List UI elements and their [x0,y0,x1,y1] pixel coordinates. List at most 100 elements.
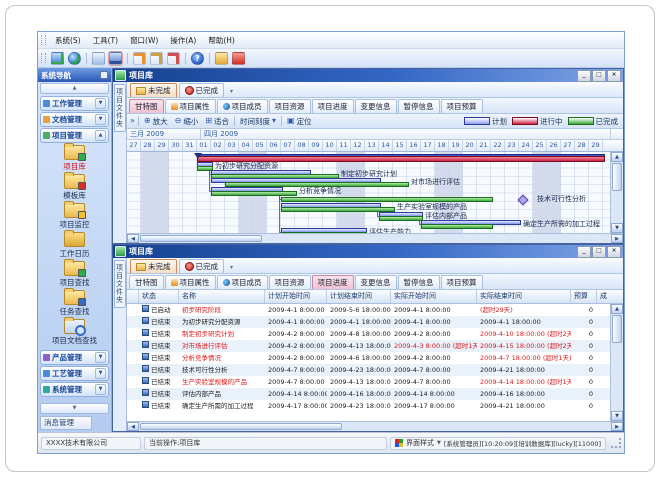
scroll-up-icon[interactable]: ▲ [611,304,623,314]
column-header-计划开始时间[interactable]: 计划开始时间 [265,290,327,303]
menu-item-4[interactable]: 帮助(H) [202,35,241,46]
table-row[interactable]: 已结束确定生产所需的加工过程2009-4-17 8:00:002009-4-23… [127,400,610,412]
table-row[interactable]: 已结束分析竞争情况2009-4-2 8:00:002009-4-6 18:00:… [127,352,610,364]
sidebar-group-工艺管理[interactable]: 工艺管理▼ [40,366,109,381]
close-button[interactable]: × [607,246,621,258]
minimize-button[interactable]: _ [577,246,591,258]
view-tab-未完成[interactable]: 未完成 [130,259,177,273]
sidebar-item-项目文档查找[interactable]: 项目文档查找 [38,319,111,346]
column-header-实际结束时间[interactable]: 实际结束时间 [477,290,571,303]
table-row[interactable]: 已结束生产实验室规模的产品2009-4-7 8:00:002009-4-13 1… [127,376,610,388]
project-folders-tab[interactable]: 项目文件夹 [114,260,126,308]
interface-style-button[interactable]: 界面样式 [406,438,434,448]
page-tab-项目成员[interactable]: 项目成员 [217,275,268,289]
sidebar-item-模板库[interactable]: 模板库 [38,174,111,201]
scroll-left-icon[interactable]: ◀ [127,422,139,431]
scroll-down-icon[interactable]: ▼ [611,411,623,421]
open-folder-icon[interactable] [92,52,105,65]
scroll-up-icon[interactable]: ▲ [611,152,623,162]
page-tab-项目属性[interactable]: 项目属性 [165,275,216,289]
column-header-成[interactable]: 成 [597,290,623,303]
table-row[interactable]: 已结束对市场进行评估2009-4-2 8:00:002009-4-13 18:0… [127,340,610,352]
column-header-预算[interactable]: 预算 [571,290,597,303]
page-tab-项目成员[interactable]: 项目成员 [217,99,268,113]
table-row[interactable]: 已结束为初步研究分配资源2009-4-1 8:00:002009-4-1 18:… [127,316,610,328]
page-tab-项目进度[interactable]: 项目进度 [312,275,354,289]
sidebar-scroll-down-button[interactable]: ▼ [40,403,109,414]
table-row[interactable]: 已结束技术可行性分析2009-4-7 8:00:002009-4-23 18:0… [127,364,610,376]
sidebar-group-系统管理[interactable]: 系统管理▼ [40,382,109,397]
sidebar-item-工作日历[interactable]: 工作日历 [38,232,111,259]
menu-item-3[interactable]: 操作(A) [164,35,202,46]
table-vertical-scrollbar[interactable]: ▲ ▼ [610,304,623,421]
sidebar-item-项目监控[interactable]: 项目监控 [38,203,111,230]
scrollbar-thumb[interactable] [612,315,622,343]
minimize-button[interactable]: _ [577,70,591,82]
page-tab-暂停信息[interactable]: 暂停信息 [398,275,440,289]
menu-item-2[interactable]: 窗口(W) [124,35,164,46]
sidebar-group-工作管理[interactable]: 工作管理▼ [40,96,109,111]
table-row[interactable]: 已启动初步研究阶段2009-4-1 8:00:002009-5-6 18:00:… [127,304,610,316]
scroll-left-icon[interactable]: ◀ [127,234,139,243]
tabs-overflow-icon[interactable]: ▾ [230,88,233,95]
tool-定位[interactable]: ▣定位 [285,116,314,127]
column-header-实际开始时间[interactable]: 实际开始时间 [391,290,477,303]
sidebar-group-产品管理[interactable]: 产品管理▼ [40,350,109,365]
exit-icon[interactable] [232,52,245,65]
internet-icon[interactable] [68,52,81,65]
page-tab-甘特图[interactable]: 甘特图 [129,275,164,289]
page-tab-项目预算[interactable]: 项目预算 [441,99,483,113]
page-tab-暂停信息[interactable]: 暂停信息 [398,99,440,113]
view-tab-未完成[interactable]: 未完成 [130,83,177,97]
scroll-right-icon[interactable]: ▶ [611,422,623,431]
column-header-名称[interactable]: 名称 [179,290,265,303]
scroll-down-icon[interactable]: ▼ [611,223,623,233]
menu-item-1[interactable]: 工具(T) [87,35,124,46]
doc-remove-icon[interactable] [167,52,180,65]
chevron-down-icon[interactable]: ▼ [437,440,441,446]
page-tab-甘特图[interactable]: 甘特图 [129,99,164,113]
scrollbar-thumb[interactable] [612,163,622,191]
tool-放大[interactable]: ⊕放大 [142,116,170,127]
project-folders-tab[interactable]: 项目文件夹 [114,84,126,132]
scroll-right-icon[interactable]: ▶ [611,234,623,243]
gantt-horizontal-scrollbar[interactable]: ◀ ▶ [127,233,623,243]
tool-缩小[interactable]: ⊖缩小 [173,116,201,127]
maximize-button[interactable]: □ [592,246,606,258]
chevron-down-icon[interactable]: ▼ [95,352,106,363]
table-window-titlebar[interactable]: 项目库 _ □ × [113,245,623,258]
table-horizontal-scrollbar[interactable]: ◀ ▶ [127,421,623,431]
table-row[interactable]: 已结束评估内部产品2009-4-14 8:00:002009-4-16 18:0… [127,388,610,400]
more-tools-icon[interactable]: » [130,116,135,126]
column-header-rowhdr[interactable] [127,290,139,303]
chevron-up-icon[interactable]: ▲ [95,130,106,141]
page-tab-项目属性[interactable]: 项目属性 [165,99,216,113]
tabs-overflow-icon[interactable]: ▾ [230,264,233,271]
sidebar-group-文档管理[interactable]: 文档管理▼ [40,112,109,127]
view-tab-已完成[interactable]: 已完成 [179,83,225,97]
page-tab-项目资源[interactable]: 项目资源 [269,275,311,289]
sidebar-item-项目查找[interactable]: 项目查找 [38,261,111,288]
close-button[interactable]: × [607,70,621,82]
sidebar-item-项目库[interactable]: 项目库 [38,145,111,172]
resize-grip[interactable] [611,438,621,448]
menu-item-0[interactable]: 系统(S) [49,35,87,46]
page-tab-项目资源[interactable]: 项目资源 [269,99,311,113]
tool-时间刻度[interactable]: 时间刻度▾ [238,116,278,127]
sidebar-scroll-up-button[interactable]: ▲ [40,83,109,94]
new-session-icon[interactable] [51,52,64,65]
message-management-tab[interactable]: 消息管理 [40,416,92,430]
chevron-down-icon[interactable]: ▼ [95,384,106,395]
lock-icon[interactable] [215,52,228,65]
chevron-down-icon[interactable]: ▼ [95,114,106,125]
sidebar-item-任务查找[interactable]: 任务查找 [38,290,111,317]
help-icon[interactable]: ? [191,52,204,65]
column-header-状态[interactable]: 状态 [139,290,179,303]
gantt-vertical-scrollbar[interactable]: ▲ ▼ [610,152,623,233]
chevron-down-icon[interactable]: ▼ [95,98,106,109]
column-header-计划结束时间[interactable]: 计划结束时间 [327,290,391,303]
page-tab-变更信息[interactable]: 变更信息 [355,99,397,113]
page-tab-项目预算[interactable]: 项目预算 [441,275,483,289]
save-icon[interactable] [109,52,122,65]
doc-edit-icon[interactable] [150,52,163,65]
